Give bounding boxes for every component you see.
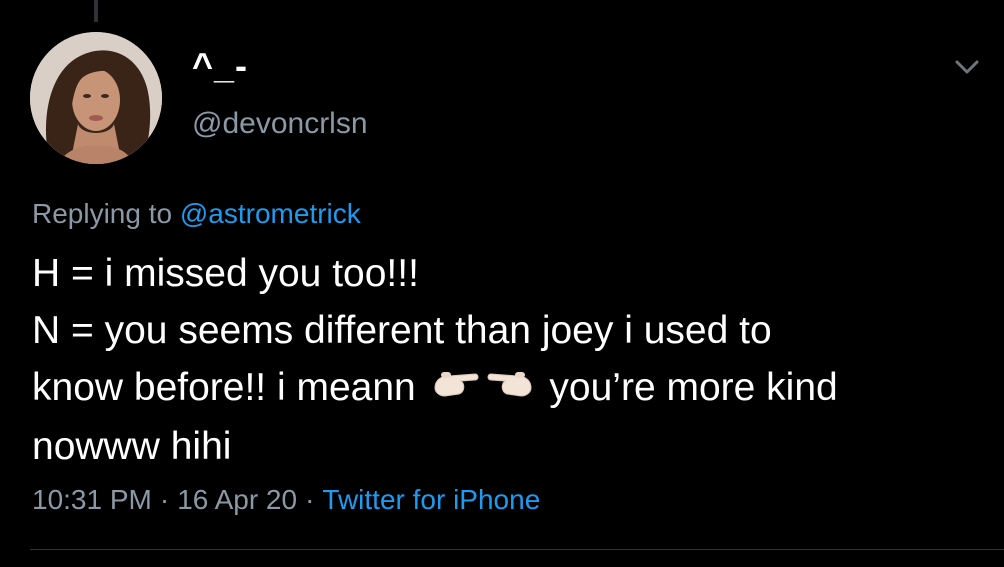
divider [30, 549, 1004, 550]
thread-connector-line [94, 0, 98, 22]
tweet-date[interactable]: 16 Apr 20 [177, 484, 297, 515]
meta-separator: · [305, 484, 315, 515]
pointing-fingers-emoji-icon [431, 361, 535, 418]
tweet-meta: 10:31 PM · 16 Apr 20 · Twitter for iPhone [32, 480, 540, 520]
reply-mention-link[interactable]: @astrometrick [180, 198, 361, 229]
avatar[interactable] [30, 32, 162, 164]
replying-to-prefix: Replying to [32, 198, 173, 229]
author-handle[interactable]: @devoncrlsn [192, 104, 368, 144]
author-display-name[interactable]: ^_- [192, 44, 368, 88]
meta-separator: · [159, 484, 170, 515]
tweet-text-line: H = i missed you too!!! [32, 252, 419, 295]
tweet-text-line: know before!! i meann you’re more kind [32, 359, 992, 418]
tweet-source-link[interactable]: Twitter for iPhone [322, 484, 540, 515]
tweet-text-segment: know before!! i meann [32, 366, 416, 409]
chevron-down-icon[interactable] [952, 56, 982, 80]
author-block[interactable]: ^_- @devoncrlsn [192, 44, 368, 144]
tweet-text-line: N = you seems different than joey i used… [32, 309, 772, 352]
tweet-time[interactable]: 10:31 PM [32, 484, 152, 515]
replying-to-line: Replying to @astrometrick [32, 196, 361, 232]
tweet-text: H = i missed you too!!! N = you seems di… [32, 245, 992, 475]
tweet-text-segment: you’re more kind [549, 366, 838, 409]
tweet-text-line: nowww hihi [32, 425, 232, 469]
